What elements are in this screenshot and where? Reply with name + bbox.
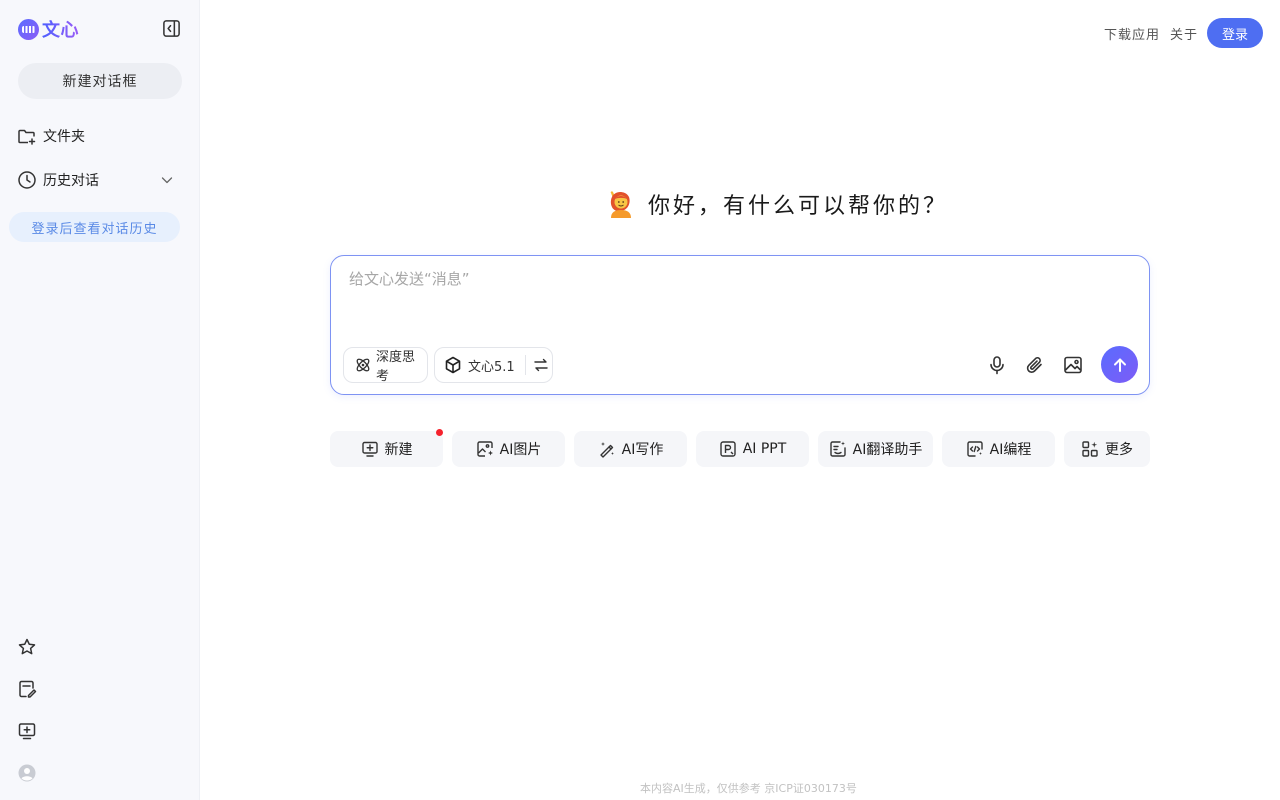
clock-icon [18,171,36,189]
quick-action-label: 新建 [384,442,413,458]
quick-action-label: 更多 [1105,442,1133,458]
greeting-text: 你好，有什么可以帮你的？ [648,194,949,219]
logo-text: 文心 [42,16,79,42]
model-name-label: 文心5.1 [468,359,515,375]
chat-composer: 深度思考 文心5.1 [330,255,1150,395]
download-app-link[interactable]: 下载应用 [1104,24,1160,43]
send-button[interactable] [1101,346,1138,383]
quick-action-ai-translate[interactable]: AI翻译助手 [818,431,933,467]
magic-pen-icon [599,442,614,458]
folder-add-icon [18,129,36,145]
quick-action-label: AI写作 [621,442,664,458]
note-edit-icon[interactable] [17,679,37,699]
swap-icon[interactable] [532,356,550,374]
logo-icon [18,18,39,40]
sidebar-item-label: 文件夹 [43,129,85,145]
screen-plus-icon [361,441,378,457]
quick-action-ai-ppt[interactable]: AI PPT [696,431,809,467]
collapse-sidebar-icon[interactable] [162,19,181,37]
quick-action-ai-coding[interactable]: AI编程 [942,431,1055,467]
quick-action-label: AI翻译助手 [852,442,923,458]
sidebar-item-history[interactable]: 历史对话 [17,170,177,190]
raising-hand-emoji-icon [610,191,631,218]
quick-action-ai-image[interactable]: AI图片 [452,431,565,467]
deep-think-label: 深度思考 [376,350,416,384]
new-chat-button[interactable]: 新建对话框 [18,63,182,99]
quick-action-more[interactable]: 更多 [1064,431,1150,467]
quick-action-ai-writing[interactable]: AI写作 [574,431,687,467]
code-window-icon [966,441,983,457]
quick-action-new[interactable]: 新建 [330,429,443,467]
quick-action-label: AI图片 [499,442,542,458]
attachment-icon[interactable] [1024,354,1046,376]
user-avatar-icon[interactable] [17,763,37,783]
footer-disclaimer: 本内容AI生成，仅供参考 京ICP证030173号 [640,782,857,795]
chevron-down-icon[interactable] [159,172,175,188]
apps-grid-icon [1082,441,1098,457]
sidebar-item-label: 历史对话 [43,173,99,189]
divider [524,355,526,375]
quick-action-label: AI PPT [742,441,787,457]
sidebar: 文心 新建对话框 文件夹 历史对话 登录后查看对话历史 [0,0,200,800]
cube-icon [445,356,461,374]
login-button[interactable]: 登录 [1207,18,1263,48]
presentation-icon [720,441,736,457]
quick-action-label: AI编程 [989,442,1032,458]
logo[interactable]: 文心 [18,16,79,42]
star-icon[interactable] [17,637,37,657]
model-selector[interactable]: 文心5.1 [434,347,553,383]
screen-plus-icon[interactable] [17,721,37,741]
atom-icon [356,358,370,372]
microphone-icon[interactable] [986,354,1008,376]
greeting: 你好，有什么可以帮你的？ [606,188,948,220]
translate-doc-icon [829,441,846,457]
app-root: 文心 新建对话框 文件夹 历史对话 登录后查看对话历史 下载应用 关于 登录 你… [0,0,1280,800]
image-upload-icon[interactable] [1062,354,1084,376]
deep-think-toggle[interactable]: 深度思考 [343,347,428,384]
login-to-view-history-button[interactable]: 登录后查看对话历史 [9,212,180,242]
arrow-up-icon [1113,358,1126,372]
notification-dot [436,429,443,436]
message-input[interactable] [349,268,1129,328]
image-sparkle-icon [476,441,493,457]
sidebar-item-folders[interactable]: 文件夹 [17,126,85,146]
about-link[interactable]: 关于 [1170,24,1198,43]
